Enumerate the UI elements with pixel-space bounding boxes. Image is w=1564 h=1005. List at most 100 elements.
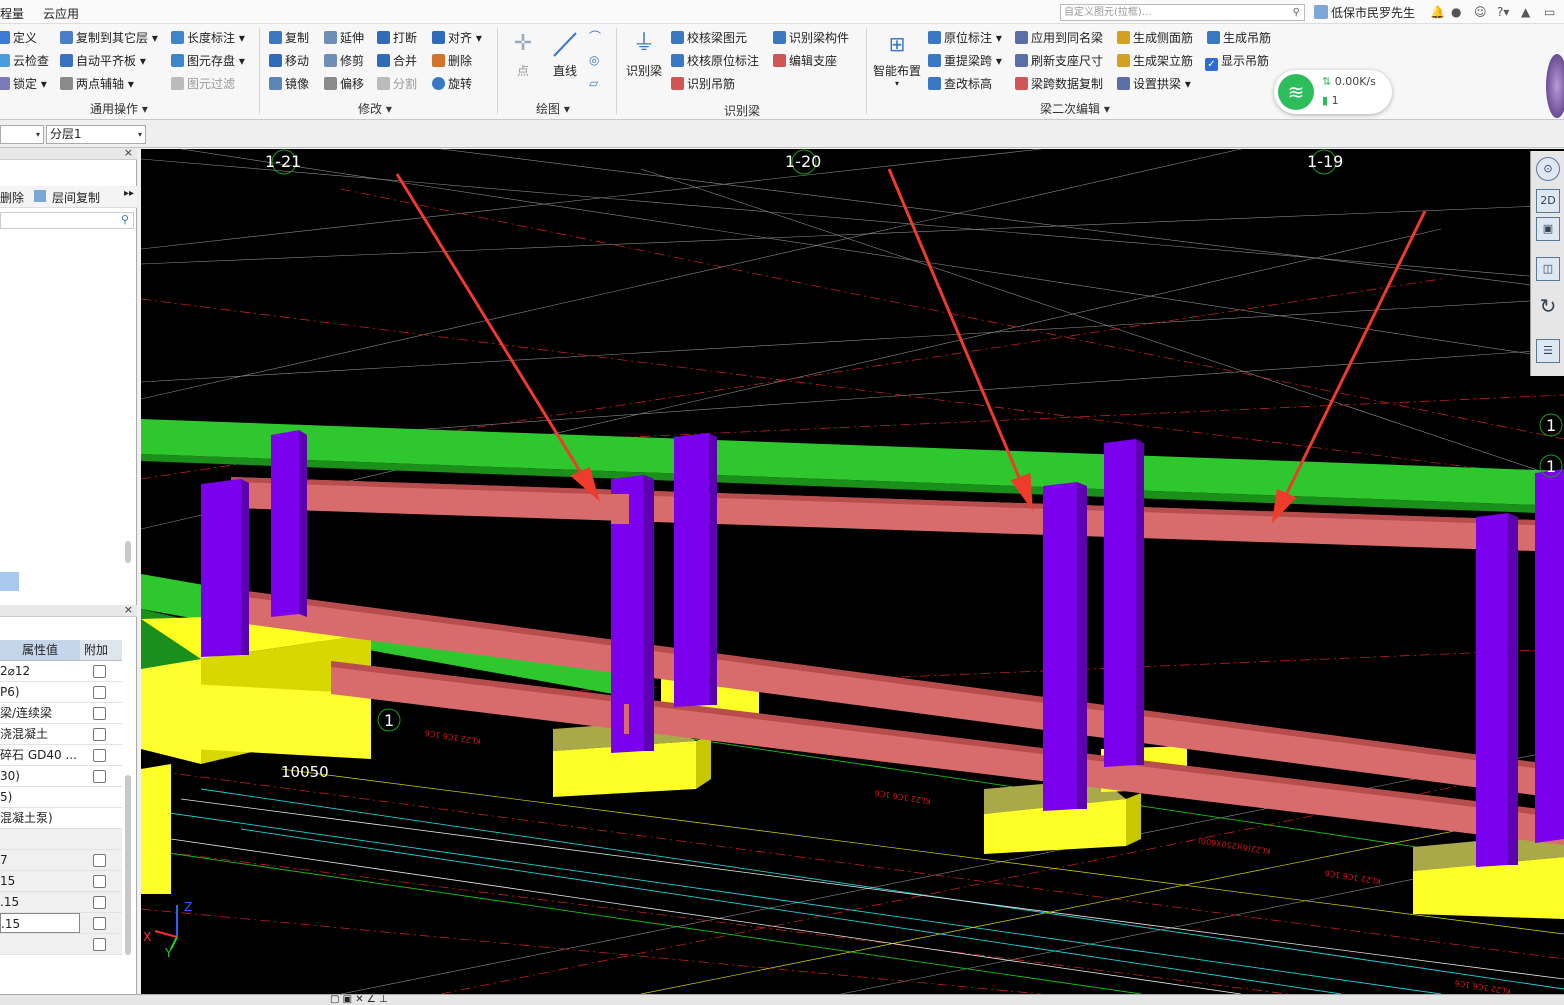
scrollbar[interactable]	[125, 775, 131, 955]
length-dim-button[interactable]: 长度标注 ▾	[171, 29, 245, 47]
in-place-annotation-button[interactable]: 原位标注 ▾	[928, 29, 1002, 47]
extra-checkbox[interactable]	[93, 665, 106, 678]
extra-checkbox[interactable]	[93, 917, 106, 930]
property-value[interactable]: 2⌀12	[0, 661, 80, 681]
span-copy-button[interactable]: 梁跨数据复制	[1015, 75, 1103, 93]
point-button[interactable]: ✛ 点	[505, 30, 541, 79]
extra-checkbox[interactable]	[93, 686, 106, 699]
group-general[interactable]: 通用操作 ▾	[90, 100, 148, 117]
rotate-view-icon[interactable]: ↻	[1536, 295, 1560, 319]
delete-component-button[interactable]: 删除	[0, 189, 24, 206]
layer-grid-icon[interactable]: ☰	[1536, 339, 1560, 363]
line-button[interactable]: 直线	[547, 30, 583, 79]
break-button[interactable]: 打断	[377, 29, 417, 47]
gen-hanger-button[interactable]: 生成吊筋	[1207, 29, 1271, 47]
split-button[interactable]: 分割	[377, 75, 417, 93]
copy-to-floor-button[interactable]: 复制到其它层 ▾	[60, 29, 158, 47]
trim-button[interactable]: 修剪	[324, 52, 364, 70]
3d-view-icon[interactable]: ▣	[1536, 217, 1560, 241]
property-row[interactable]: 7	[0, 850, 122, 871]
auto-align-slab-button[interactable]: 自动平齐板 ▾	[60, 52, 146, 70]
property-value[interactable]: .15	[0, 892, 80, 912]
cloud-check-button[interactable]: 云检查	[0, 52, 49, 70]
group-modify[interactable]: 修改 ▾	[358, 100, 392, 117]
show-hanger-checkbox[interactable]: ✓ 显示吊筋	[1205, 52, 1269, 71]
property-value[interactable]: P6)	[0, 682, 80, 702]
scrollbar[interactable]	[125, 541, 131, 563]
rotate-button[interactable]: 旋转	[432, 75, 472, 93]
box-view-icon[interactable]: ◫	[1536, 257, 1560, 281]
property-row[interactable]: .15	[0, 892, 122, 913]
search-input[interactable]: 自定义图元(拉框)… ⚲	[1060, 4, 1305, 21]
extend-button[interactable]: 延伸	[324, 29, 364, 47]
property-value[interactable]: 碎石 GD40 ...	[0, 745, 80, 765]
help-icon[interactable]: ?▾	[1497, 5, 1509, 19]
message-icon[interactable]: ●	[1451, 5, 1461, 19]
extra-checkbox[interactable]	[93, 875, 106, 888]
move-button[interactable]: 移动	[269, 52, 309, 70]
property-row[interactable]: 混凝土泵)	[0, 808, 122, 829]
property-row[interactable]: P6)	[0, 682, 122, 703]
network-widget[interactable]: ≋ ⇅ 0.00K/s ▮ 1	[1274, 70, 1392, 114]
service-icon[interactable]: ☺	[1474, 5, 1487, 19]
merge-button[interactable]: 合并	[377, 52, 417, 70]
arc-button[interactable]: ⌒	[589, 28, 601, 46]
3d-viewport[interactable]: KL22 1C6 1C6 KL22 1C6 1C6 KL22 1C6 1C6 K…	[141, 149, 1564, 994]
refresh-support-button[interactable]: 刷新支座尺寸	[1015, 52, 1103, 70]
more-icon[interactable]: ▸▸	[124, 188, 134, 199]
re-span-button[interactable]: 重提梁跨 ▾	[928, 52, 1002, 70]
extra-checkbox[interactable]	[93, 938, 106, 951]
assistant-icon[interactable]	[1546, 54, 1564, 118]
property-row[interactable]: 30)	[0, 766, 122, 787]
delete-button[interactable]: 删除	[432, 52, 472, 70]
align-button[interactable]: 对齐 ▾	[432, 29, 482, 47]
extra-checkbox[interactable]	[93, 770, 106, 783]
component-search-input[interactable]: ⚲	[0, 212, 134, 229]
save-element-button[interactable]: 图元存盘 ▾	[171, 52, 245, 70]
elevation-button[interactable]: 查改标高	[928, 75, 992, 93]
layer-select[interactable]: 分层1 ▾	[46, 125, 146, 144]
property-value[interactable]: 梁/连续梁	[0, 703, 80, 723]
orbit-icon[interactable]: ⊙	[1536, 157, 1560, 181]
2d-view-button[interactable]: 2D	[1536, 189, 1560, 213]
lock-button[interactable]: 锁定 ▾	[0, 75, 47, 93]
extra-checkbox[interactable]	[93, 728, 106, 741]
side-rebar-button[interactable]: 生成侧面筋	[1117, 29, 1193, 47]
two-point-axis-button[interactable]: 两点辅轴 ▾	[60, 75, 134, 93]
property-row[interactable]: 2⌀12	[0, 661, 122, 682]
property-value[interactable]: 30)	[0, 766, 80, 786]
property-row[interactable]: 15	[0, 871, 122, 892]
search-icon[interactable]: ⚲	[1293, 5, 1300, 20]
property-value[interactable]: 5)	[0, 787, 80, 807]
property-value[interactable]: 15	[0, 871, 80, 891]
menu-item-project[interactable]: 程量	[0, 5, 24, 22]
property-row[interactable]	[0, 829, 122, 850]
floor-select[interactable]: ▾	[0, 125, 44, 144]
property-row[interactable]: .15	[0, 913, 122, 934]
arch-beam-button[interactable]: 设置拱梁 ▾	[1117, 75, 1191, 93]
extra-checkbox[interactable]	[93, 707, 106, 720]
recognize-beam-button[interactable]: ⏚ 识别梁	[622, 30, 666, 79]
search-icon[interactable]: ⚲	[121, 213, 129, 226]
skin-icon[interactable]: ▲	[1521, 5, 1530, 19]
property-row[interactable]: 浇混凝土	[0, 724, 122, 745]
group-draw[interactable]: 绘图 ▾	[536, 100, 570, 117]
property-row[interactable]: 梁/连续梁	[0, 703, 122, 724]
erection-rebar-button[interactable]: 生成架立筋	[1117, 52, 1193, 70]
circle-button[interactable]: ◎	[589, 51, 599, 69]
extra-checkbox[interactable]	[93, 749, 106, 762]
copy-button[interactable]: 复制	[269, 29, 309, 47]
offset-button[interactable]: 偏移	[324, 75, 364, 93]
property-row[interactable]	[0, 934, 122, 955]
define-button[interactable]: 定义	[0, 29, 37, 47]
apply-same-name-button[interactable]: 应用到同名梁	[1015, 29, 1103, 47]
recognize-hanger-button[interactable]: 识别吊筋	[671, 75, 735, 93]
menu-item-cloud[interactable]: 云应用	[43, 5, 79, 22]
edit-support-button[interactable]: 编辑支座	[773, 52, 837, 70]
property-row[interactable]: 碎石 GD40 ...	[0, 745, 122, 766]
layer-copy-button[interactable]: 层间复制	[52, 189, 100, 206]
property-value[interactable]: .15	[0, 913, 80, 933]
mirror-button[interactable]: 镜像	[269, 75, 309, 93]
check-annotation-button[interactable]: 校核原位标注	[671, 52, 759, 70]
extra-checkbox[interactable]	[93, 854, 106, 867]
